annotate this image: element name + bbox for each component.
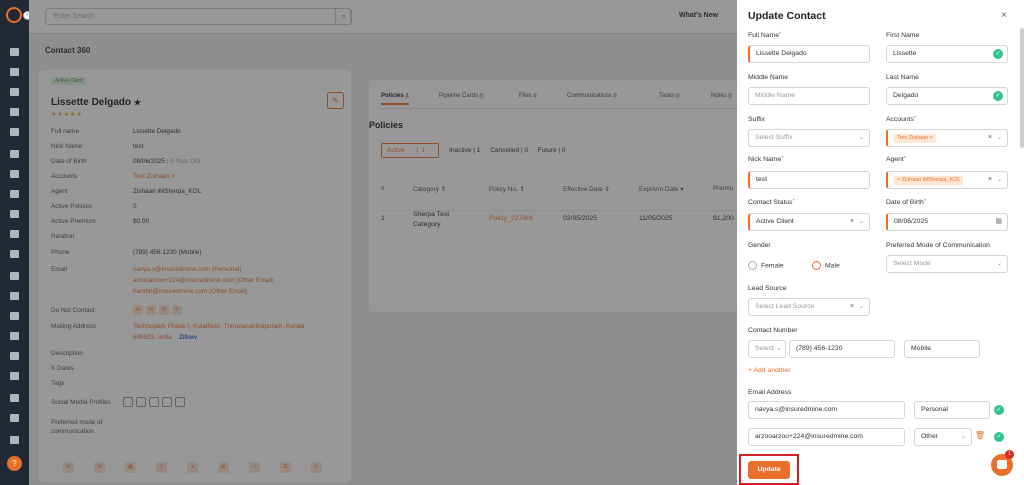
nav-accounts-icon[interactable]	[10, 108, 19, 116]
agent-select[interactable]: × Zishaan iMSherpa_KOL × ⌄	[886, 171, 1008, 189]
clear-icon[interactable]: ×	[988, 172, 992, 188]
nav-folder-icon[interactable]	[10, 250, 19, 258]
chevron-down-icon: ⌄	[996, 135, 1002, 141]
clear-icon[interactable]: ×	[850, 214, 854, 230]
last-name-label: Last Name	[886, 74, 919, 81]
check-icon: ✓	[994, 432, 1004, 442]
nav-list-icon[interactable]	[10, 272, 19, 280]
modal-backdrop[interactable]	[29, 0, 737, 485]
agent-label: Agent*	[886, 156, 907, 163]
chevron-down-icon: ⌄	[960, 434, 966, 440]
suffix-label: Suffix	[748, 116, 765, 123]
chevron-down-icon: ⌄	[996, 261, 1002, 267]
nick-name-label: Nick Name*	[748, 156, 784, 163]
gender-label: Gender	[748, 242, 771, 249]
first-name-field[interactable]: Lissette ✓	[886, 45, 1008, 63]
gender-female-radio[interactable]: Female	[748, 261, 784, 270]
help-avatar[interactable]: ?	[7, 456, 22, 471]
close-icon[interactable]: ×	[1001, 10, 1007, 21]
contact-status-select[interactable]: Active Client × ⌄	[748, 213, 870, 231]
nav-settings-icon[interactable]	[10, 436, 19, 444]
email-type-2[interactable]: Other ⌄	[914, 428, 972, 446]
middle-name-field[interactable]: Middle Name	[748, 87, 870, 105]
account-tag[interactable]: Test Zishaan ×	[894, 134, 936, 143]
phone-number-field[interactable]: (789) 456-1230	[789, 340, 895, 358]
nav-calendar-icon[interactable]	[10, 128, 19, 136]
middle-name-label: Middle Name	[748, 74, 789, 81]
modal-scrollbar[interactable]	[1020, 28, 1024, 148]
contact-status-label: Contact Status*	[748, 199, 795, 206]
update-contact-modal: Update Contact × Full Name* Lissette Del…	[737, 0, 1024, 485]
phone-type-field[interactable]: Mobile	[904, 340, 980, 358]
accounts-select[interactable]: Test Zishaan × × ⌄	[886, 129, 1008, 147]
nav-table-icon[interactable]	[10, 312, 19, 320]
chat-icon	[997, 460, 1007, 469]
agent-tag[interactable]: × Zishaan iMSherpa_KOL	[894, 176, 964, 185]
chat-unread-badge: 1	[1005, 450, 1014, 459]
nav-campaign-icon[interactable]	[10, 352, 19, 360]
nav-dashboard-icon[interactable]	[10, 48, 19, 56]
full-name-field[interactable]: Lissette Delgado	[748, 45, 870, 63]
dob-label: Date of Birth*	[886, 199, 927, 206]
chevron-down-icon: ⌄	[996, 177, 1002, 183]
nav-reports-icon[interactable]	[10, 230, 19, 238]
chevron-down-icon: ⌄	[858, 219, 864, 225]
nick-name-field[interactable]: test	[748, 171, 870, 189]
preferred-mode-select[interactable]: Select Mode ⌄	[886, 255, 1008, 273]
add-another-link[interactable]: + Add another	[748, 367, 791, 374]
email-type-1[interactable]: Personal	[914, 401, 990, 419]
chevron-down-icon: ⌄	[858, 304, 864, 310]
calendar-icon[interactable]: ▦	[995, 214, 1002, 230]
email-address-label: Email Address	[748, 389, 792, 396]
check-icon: ✓	[993, 91, 1003, 101]
last-name-field[interactable]: Delgado ✓	[886, 87, 1008, 105]
gender-male-radio[interactable]: Male	[812, 261, 840, 270]
nav-id-card-icon[interactable]	[10, 150, 19, 158]
clear-icon[interactable]: ×	[850, 299, 854, 315]
nav-document-icon[interactable]	[10, 292, 19, 300]
email-field-2[interactable]: arzooarzoo+224@insuredmine.com	[748, 428, 905, 446]
chat-launcher[interactable]: 1	[991, 450, 1014, 476]
preferred-mode-label: Preferred Mode of Communication	[886, 242, 990, 249]
left-nav: ‹ ?	[0, 0, 32, 485]
full-name-label: Full Name*	[748, 32, 782, 39]
nav-integrations-icon[interactable]	[10, 414, 19, 422]
dob-field[interactable]: 08/06/2025 ▦	[886, 213, 1008, 231]
delete-email-icon[interactable]: 🗑	[975, 431, 985, 440]
nav-activity-icon[interactable]	[10, 372, 19, 380]
lead-source-label: Lead Source	[748, 285, 787, 292]
app-logo[interactable]	[6, 7, 22, 23]
modal-title: Update Contact	[748, 10, 826, 22]
lead-source-select[interactable]: Select Lead Source × ⌄	[748, 298, 870, 316]
suffix-select[interactable]: Select Suffix ⌄	[748, 129, 870, 147]
nav-megaphone-icon[interactable]	[10, 190, 19, 198]
check-icon: ✓	[994, 405, 1004, 415]
update-button[interactable]: Update	[748, 461, 790, 479]
email-field-1[interactable]: navya.s@insuredmine.com	[748, 401, 905, 419]
clear-icon[interactable]: ×	[988, 130, 992, 146]
nav-files-icon[interactable]	[10, 210, 19, 218]
check-icon: ✓	[993, 49, 1003, 59]
chevron-down-icon: ⌄	[858, 135, 864, 141]
country-code-select[interactable]: Select ⌄	[748, 340, 786, 358]
nav-mail-icon[interactable]	[10, 332, 19, 340]
accounts-label: Accounts*	[886, 116, 917, 123]
nav-pipeline-icon[interactable]	[10, 170, 19, 178]
nav-analytics-icon[interactable]	[10, 394, 19, 402]
first-name-label: First Name	[886, 32, 920, 39]
contact-number-label: Contact Number	[748, 327, 798, 334]
nav-contacts-icon[interactable]	[10, 68, 19, 76]
nav-policies-icon[interactable]	[10, 88, 19, 96]
